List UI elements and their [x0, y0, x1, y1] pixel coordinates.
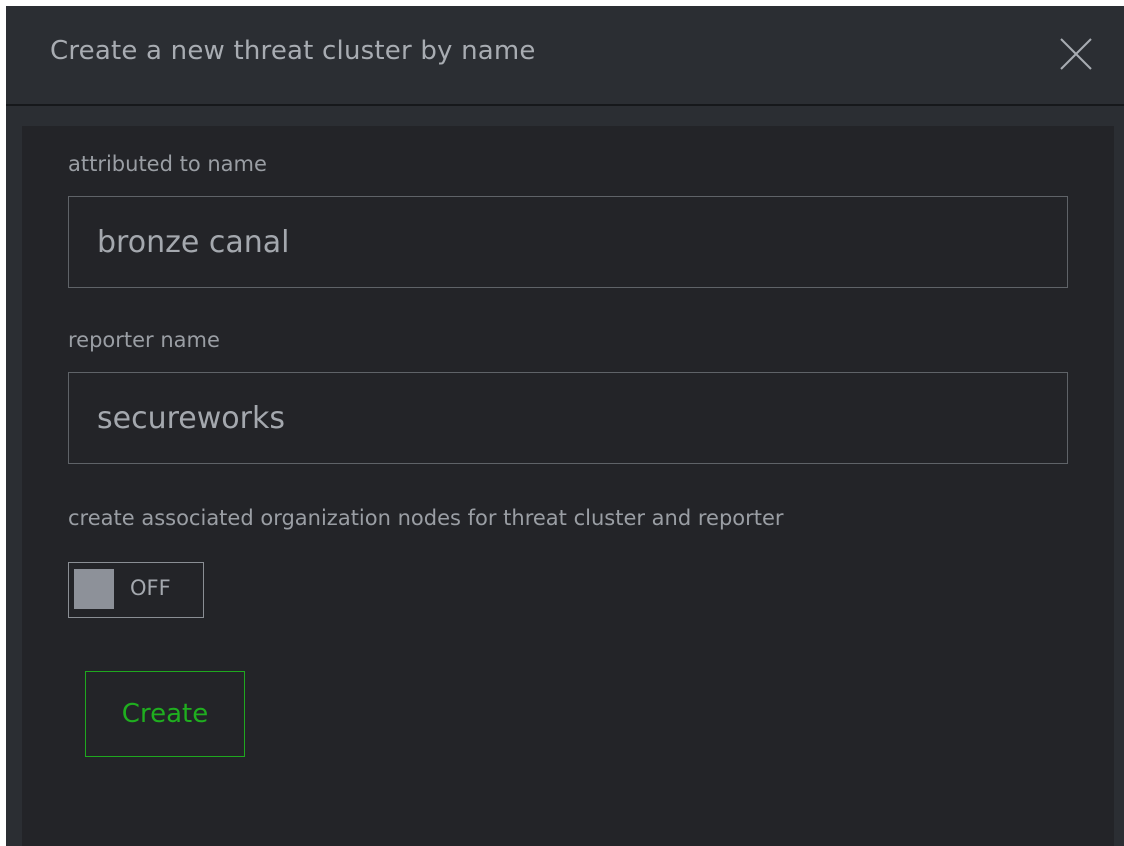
dialog-title: Create a new threat cluster by name: [50, 36, 536, 66]
reporter-name-input[interactable]: [69, 373, 1067, 463]
reporter-name-label: reporter name: [68, 328, 220, 352]
attributed-to-name-field-box: [68, 196, 1068, 288]
create-org-nodes-toggle[interactable]: OFF: [68, 562, 204, 618]
toggle-state-text: OFF: [130, 576, 171, 600]
dialog-header: Create a new threat cluster by name: [6, 6, 1124, 106]
toggle-knob: [74, 569, 114, 609]
attributed-to-name-label: attributed to name: [68, 152, 267, 176]
reporter-name-field-box: [68, 372, 1068, 464]
dialog-body: attributed to name reporter name create …: [22, 126, 1114, 846]
create-button[interactable]: Create: [85, 671, 245, 757]
attributed-to-name-input[interactable]: [69, 197, 1067, 287]
close-button[interactable]: [1058, 36, 1094, 72]
create-threat-cluster-dialog: Create a new threat cluster by name attr…: [6, 6, 1124, 846]
create-org-nodes-label: create associated organization nodes for…: [68, 506, 784, 530]
close-x-icon: [1060, 38, 1092, 70]
